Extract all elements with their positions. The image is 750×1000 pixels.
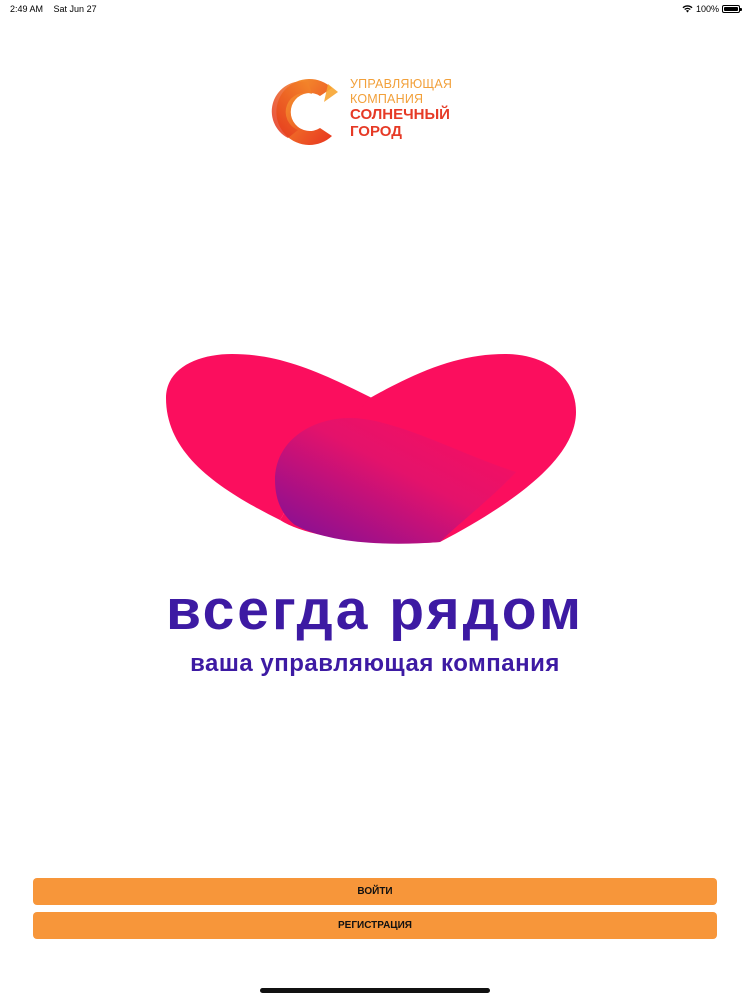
company-logo: УПРАВЛЯЮЩАЯ КОМПАНИЯ СОЛНЕЧНЫЙ ГОРОД <box>268 72 452 152</box>
login-button[interactable]: ВОЙТИ <box>33 878 717 905</box>
battery-fill <box>724 7 738 11</box>
sun-c-logo-icon <box>271 79 338 145</box>
logo-line-4: ГОРОД <box>350 123 402 140</box>
battery-percent: 100% <box>695 4 719 14</box>
slogan-title: всегда рядом <box>165 578 585 642</box>
heart-icon <box>166 354 576 544</box>
logo-line-1: УПРАВЛЯЮЩАЯ <box>350 77 453 91</box>
slogan-subtitle: ваша управляющая компания <box>190 650 560 677</box>
status-date: Sat Jun 27 <box>53 4 97 14</box>
status-time: 2:49 AM <box>10 4 44 14</box>
logo-text: УПРАВЛЯЮЩАЯ КОМПАНИЯ СОЛНЕЧНЫЙ ГОРОД <box>350 78 452 141</box>
home-indicator[interactable] <box>260 988 490 993</box>
logo-line-2: КОМПАНИЯ <box>350 91 424 106</box>
status-right: 100% <box>682 4 742 14</box>
register-button[interactable]: РЕГИСТРАЦИЯ <box>33 912 717 939</box>
status-bar: 2:49 AM Sat Jun 27 100% <box>0 0 750 18</box>
battery-icon <box>722 5 742 13</box>
wifi-icon <box>682 5 693 13</box>
app-screen: 2:49 AM Sat Jun 27 100% УПРАВЛЯЮЩАЯ КОМП… <box>0 0 750 1000</box>
status-left: 2:49 AM Sat Jun 27 <box>10 4 105 14</box>
logo-line-3: СОЛНЕЧНЫЙ <box>350 106 450 123</box>
